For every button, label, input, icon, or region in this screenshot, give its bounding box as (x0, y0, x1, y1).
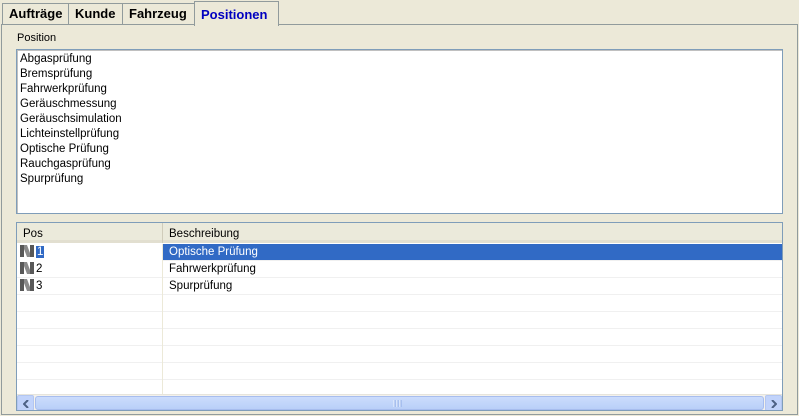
horizontal-scrollbar[interactable] (17, 394, 782, 410)
empty-cell (17, 295, 163, 312)
column-header-beschreibung[interactable]: Beschreibung (163, 223, 782, 243)
grid-header: Pos Beschreibung (17, 223, 782, 243)
list-item[interactable]: Fahrwerkprüfung (20, 82, 782, 97)
pos-cell[interactable]: 3 (17, 278, 163, 295)
tab-strip: Aufträge Kunde Fahrzeug Positionen (0, 0, 799, 26)
beschreibung-cell[interactable]: Spurprüfung (164, 278, 782, 295)
pos-cell[interactable]: 2 (17, 261, 163, 278)
pos-number: 3 (36, 280, 43, 292)
empty-row (17, 329, 782, 346)
list-item[interactable]: Spurprüfung (20, 172, 782, 187)
empty-cell (17, 363, 163, 380)
grid-rows: 1 Optische Prüfung 2 Fahrwerkprüfung 3 S… (17, 244, 782, 397)
empty-cell (17, 346, 163, 363)
tab-positionen[interactable]: Positionen (194, 1, 279, 26)
list-item[interactable]: Rauchgasprüfung (20, 157, 782, 172)
beschreibung-cell[interactable]: Fahrwerkprüfung (164, 261, 782, 278)
beschreibung-cell[interactable]: Optische Prüfung (164, 244, 782, 261)
column-header-pos[interactable]: Pos (17, 223, 163, 243)
table-row[interactable]: 3 Spurprüfung (17, 278, 782, 295)
empty-row (17, 295, 782, 312)
list-item[interactable]: Geräuschsimulation (20, 112, 782, 127)
position-label: Position (17, 32, 57, 44)
chevron-right-icon (771, 400, 777, 408)
list-item[interactable]: Abgasprüfung (20, 52, 782, 67)
tab-fahrzeug[interactable]: Fahrzeug (122, 3, 195, 24)
empty-row (17, 346, 782, 363)
new-record-icon (20, 279, 34, 291)
list-item[interactable]: Bremsprüfung (20, 67, 782, 82)
positions-grid: Pos Beschreibung 1 Optische Prüfung 2 Fa… (16, 222, 783, 411)
tab-kunde[interactable]: Kunde (68, 3, 123, 24)
table-row[interactable]: 1 Optische Prüfung (17, 244, 782, 261)
empty-row (17, 312, 782, 329)
list-item[interactable]: Optische Prüfung (20, 142, 782, 157)
scroll-left-button[interactable] (17, 395, 34, 410)
list-item[interactable]: Geräuschmessung (20, 97, 782, 112)
table-row[interactable]: 2 Fahrwerkprüfung (17, 261, 782, 278)
empty-cell (17, 329, 163, 346)
list-item[interactable]: Lichteinstellprüfung (20, 127, 782, 142)
new-record-icon (20, 245, 34, 257)
pos-number: 1 (36, 246, 45, 258)
scrollbar-thumb[interactable] (35, 396, 764, 410)
chevron-left-icon (23, 400, 29, 408)
tab-auftraege[interactable]: Aufträge (2, 3, 69, 24)
position-listbox[interactable]: Abgasprüfung Bremsprüfung Fahrwerkprüfun… (16, 49, 783, 214)
scroll-right-button[interactable] (765, 395, 782, 410)
grip-icon (393, 400, 402, 407)
pos-cell[interactable]: 1 (17, 244, 163, 261)
new-record-icon (20, 262, 34, 274)
pos-number: 2 (36, 263, 43, 275)
empty-row (17, 363, 782, 380)
empty-cell (17, 312, 163, 329)
